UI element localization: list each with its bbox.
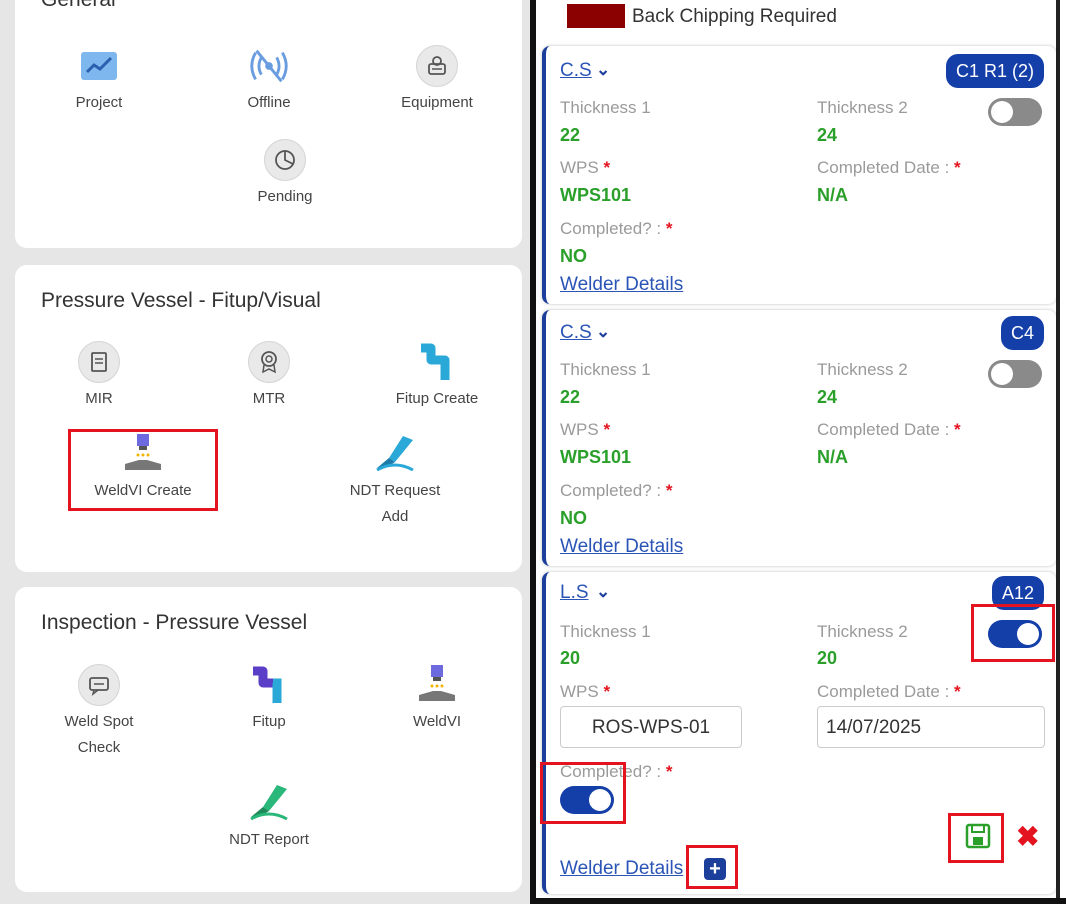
tile-label: Offline bbox=[247, 94, 291, 111]
completed-label: Completed? : * bbox=[560, 481, 673, 500]
completed-date-value: N/A bbox=[817, 447, 848, 467]
thickness1-label: Thickness 1 bbox=[560, 360, 651, 379]
general-title: General bbox=[41, 0, 116, 12]
completed-date-label: Completed Date : * bbox=[817, 682, 961, 701]
tile-label: Fitup bbox=[252, 713, 286, 730]
badge-icon bbox=[248, 341, 290, 383]
tile-label-2: Add bbox=[381, 508, 409, 525]
equipment-icon bbox=[416, 45, 458, 87]
wps-label: WPS * bbox=[560, 420, 611, 439]
tile-fitup-create[interactable]: Fitup Create bbox=[347, 340, 527, 412]
tile-mir[interactable]: MIR bbox=[9, 340, 189, 412]
joint-type-link[interactable]: C.S bbox=[560, 322, 592, 344]
completed-value: NO bbox=[560, 508, 587, 528]
tile-label: MIR bbox=[85, 390, 113, 407]
tile-label: Equipment bbox=[401, 94, 473, 111]
document-icon bbox=[78, 341, 120, 383]
thickness1-value: 20 bbox=[560, 648, 581, 668]
completed-value: NO bbox=[560, 246, 587, 266]
tile-equipment[interactable]: Equipment bbox=[347, 44, 527, 116]
tile-label: Fitup Create bbox=[395, 390, 479, 407]
joint-entry-1: C.S ⌄ C1 R1 (2) Thickness 1 22 Thickness… bbox=[542, 46, 1056, 304]
completed-date-value: N/A bbox=[817, 185, 848, 205]
highlight-thickness-toggle bbox=[971, 604, 1055, 662]
thickness1-label: Thickness 1 bbox=[560, 98, 651, 117]
pie-chart-icon bbox=[264, 139, 306, 181]
pipe-icon bbox=[247, 663, 291, 707]
pipe-icon bbox=[415, 340, 459, 384]
thickness2-label: Thickness 2 bbox=[817, 360, 908, 379]
tile-label: MTR bbox=[252, 390, 286, 407]
chevron-down-icon[interactable]: ⌄ bbox=[596, 582, 610, 602]
tile-label: Project bbox=[75, 94, 123, 111]
message-icon bbox=[78, 664, 120, 706]
welder-details-link[interactable]: Welder Details bbox=[560, 536, 683, 558]
tile-offline[interactable]: Offline bbox=[179, 44, 359, 116]
tile-project[interactable]: Project bbox=[9, 44, 189, 116]
tile-label: NDT Report bbox=[229, 831, 309, 848]
thickness2-label: Thickness 2 bbox=[817, 98, 908, 117]
pressure-vessel-card: Pressure Vessel - Fitup/Visual MIR MTR F… bbox=[15, 265, 522, 572]
wps-label: WPS * bbox=[560, 682, 611, 701]
highlight-add-welder bbox=[686, 845, 738, 889]
tile-label: Weld Spot bbox=[64, 713, 134, 730]
inspection-title: Inspection - Pressure Vessel bbox=[41, 611, 308, 634]
thickness1-value: 22 bbox=[560, 125, 581, 145]
wps-value: WPS101 bbox=[560, 185, 632, 205]
wps-label: WPS * bbox=[560, 158, 611, 177]
highlight-weldvi-create bbox=[68, 429, 218, 511]
offline-icon bbox=[247, 44, 291, 88]
tile-label-2: Check bbox=[77, 739, 121, 756]
weld-icon bbox=[415, 663, 459, 707]
tile-weldvi[interactable]: WeldVI bbox=[347, 663, 527, 735]
tile-label: NDT Request bbox=[349, 482, 441, 499]
thickness2-label: Thickness 2 bbox=[817, 622, 908, 641]
completed-date-input[interactable]: 14/07/2025 bbox=[817, 706, 1045, 748]
chart-icon bbox=[77, 44, 121, 88]
general-card: General Project Offline Equipment bbox=[15, 0, 522, 248]
welder-details-link[interactable]: Welder Details bbox=[560, 858, 683, 880]
chevron-down-icon[interactable]: ⌄ bbox=[596, 60, 610, 80]
tile-ndt-request-add[interactable]: NDT Request Add bbox=[305, 432, 485, 530]
joint-badge: C1 R1 (2) bbox=[945, 54, 1044, 88]
welder-details-link[interactable]: Welder Details bbox=[560, 274, 683, 296]
ndt-icon bbox=[247, 781, 291, 825]
thickness2-value: 24 bbox=[817, 387, 838, 407]
tile-label: WeldVI bbox=[412, 713, 462, 730]
highlight-completed-toggle bbox=[540, 762, 626, 824]
cancel-icon[interactable]: ✖ bbox=[1016, 820, 1039, 853]
joint-entry-2: C.S ⌄ C4 Thickness 1 22 Thickness 2 24 W… bbox=[542, 310, 1056, 566]
tile-fitup[interactable]: Fitup bbox=[179, 663, 359, 735]
chevron-down-icon[interactable]: ⌄ bbox=[596, 322, 610, 342]
thickness-toggle[interactable] bbox=[988, 98, 1042, 126]
highlight-save bbox=[948, 813, 1004, 863]
thickness1-label: Thickness 1 bbox=[560, 622, 651, 641]
thickness2-value: 24 bbox=[817, 125, 838, 145]
inspection-card: Inspection - Pressure Vessel Weld Spot C… bbox=[15, 587, 522, 892]
completed-date-label: Completed Date : * bbox=[817, 158, 961, 177]
tile-mtr[interactable]: MTR bbox=[179, 340, 359, 412]
joint-badge: C4 bbox=[1000, 316, 1044, 350]
ndt-icon bbox=[373, 432, 417, 476]
tile-weld-spot-check[interactable]: Weld Spot Check bbox=[9, 663, 189, 761]
joint-detail-panel: Back Chipping Required C.S ⌄ C1 R1 (2) T… bbox=[530, 0, 1066, 904]
pressure-vessel-title: Pressure Vessel - Fitup/Visual bbox=[41, 289, 321, 312]
legend-swatch-back-chipping bbox=[567, 4, 625, 28]
completed-date-label: Completed Date : * bbox=[817, 420, 961, 439]
wps-value: WPS101 bbox=[560, 447, 632, 467]
joint-type-link[interactable]: L.S bbox=[560, 582, 589, 604]
menu-panel: General Project Offline Equipment bbox=[0, 0, 530, 904]
tile-pending[interactable]: Pending bbox=[195, 138, 375, 210]
legend-label: Back Chipping Required bbox=[632, 6, 837, 27]
completed-label: Completed? : * bbox=[560, 219, 673, 238]
wps-input[interactable]: ROS-WPS-01 bbox=[560, 706, 742, 748]
tile-label: Pending bbox=[257, 188, 313, 205]
thickness2-value: 20 bbox=[817, 648, 838, 668]
tile-ndt-report[interactable]: NDT Report bbox=[179, 781, 359, 853]
thickness-toggle[interactable] bbox=[988, 360, 1042, 388]
joint-type-link[interactable]: C.S bbox=[560, 60, 592, 82]
thickness1-value: 22 bbox=[560, 387, 581, 407]
